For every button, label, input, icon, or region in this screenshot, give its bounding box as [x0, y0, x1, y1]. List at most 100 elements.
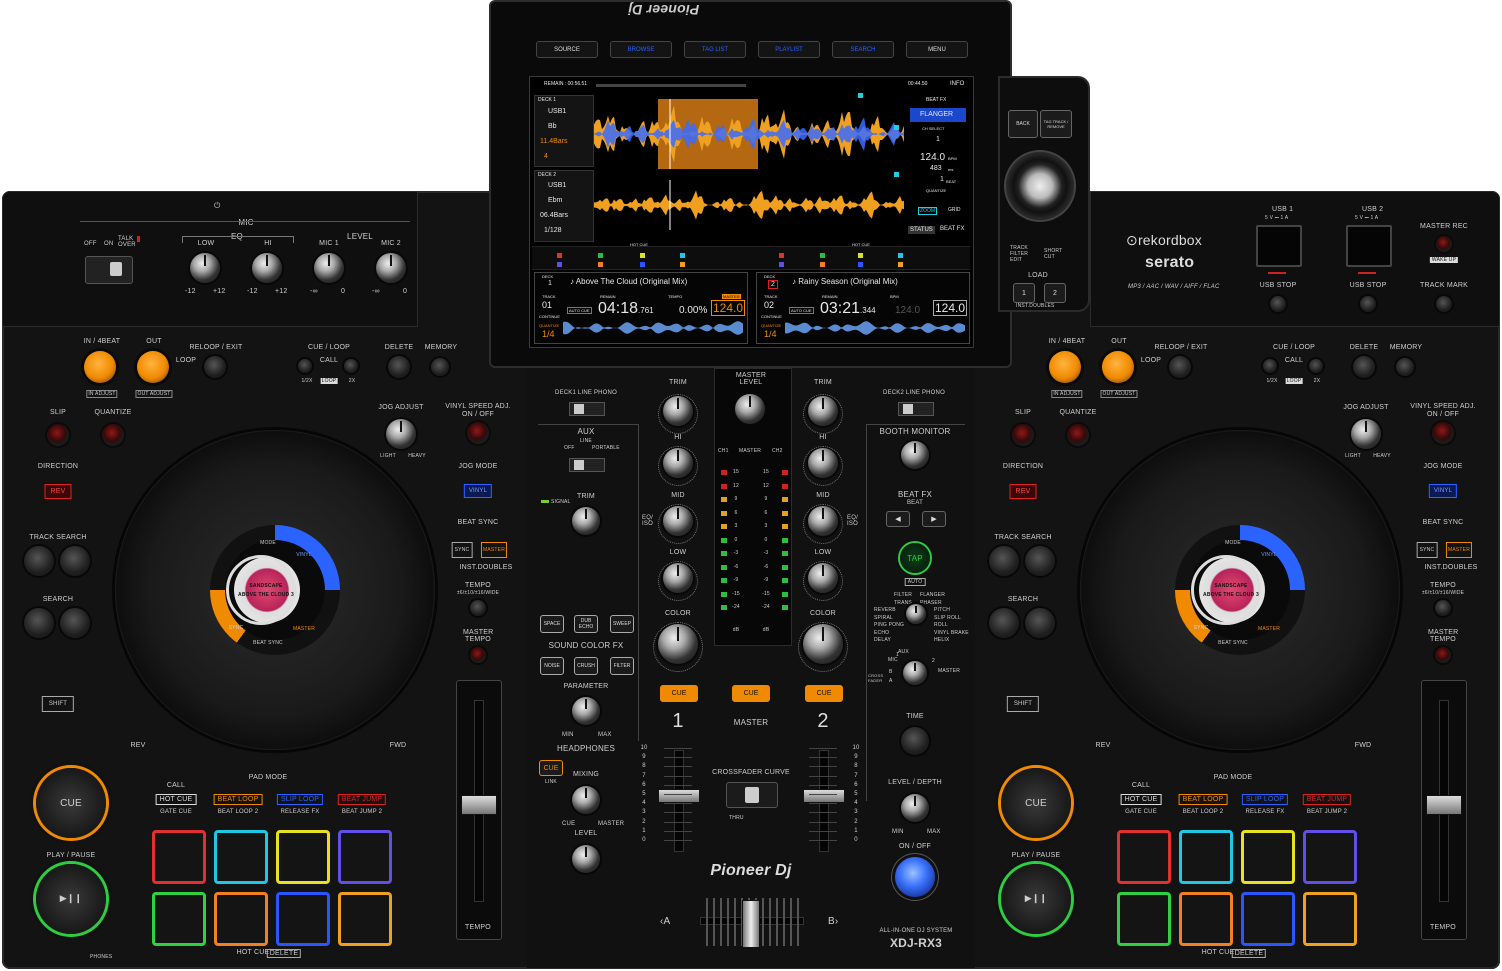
beat-right-button[interactable]: ▶ — [922, 511, 946, 527]
mic-switch[interactable] — [85, 256, 133, 284]
deck2-performance-pad[interactable] — [1179, 892, 1233, 946]
deck2-jog-adjust-knob[interactable] — [1351, 419, 1381, 449]
deck2-slip-button[interactable] — [1012, 424, 1034, 446]
deck1-memory-button[interactable] — [431, 358, 449, 376]
load1-button[interactable]: 1 — [1013, 283, 1035, 303]
sfx-filter-button[interactable]: FILTER — [610, 657, 634, 675]
deck2-pad-mode-beat-jump-button[interactable]: BEAT JUMP — [1302, 794, 1352, 805]
deck2-performance-pad[interactable] — [1117, 830, 1171, 884]
deck1-performance-pad[interactable] — [152, 892, 206, 946]
usb2-port[interactable] — [1346, 225, 1392, 267]
deck2-search-back-button[interactable] — [989, 608, 1019, 638]
deck1-master-tempo-button[interactable] — [470, 647, 486, 663]
deck1-performance-pad[interactable] — [214, 830, 268, 884]
crossfader-curve-switch[interactable] — [726, 782, 778, 808]
deck2-pad-mode-hot-cue-button[interactable]: HOT CUE — [1120, 794, 1162, 805]
ch1-cue-button[interactable]: CUE — [660, 685, 698, 702]
deck2-track-search-next-button[interactable] — [1025, 546, 1055, 576]
deck2-performance-pad[interactable] — [1241, 892, 1295, 946]
deck2-tempo-range-button[interactable] — [1435, 600, 1451, 616]
usb1-stop-button[interactable] — [1270, 296, 1286, 312]
master-cue-button[interactable]: CUE — [732, 685, 770, 702]
deck2-track-search-prev-button[interactable] — [989, 546, 1019, 576]
deck1-tempo-range-button[interactable] — [470, 600, 486, 616]
fx-channel-knob[interactable] — [903, 661, 927, 685]
master-rec-button[interactable] — [1436, 236, 1452, 252]
deck1-jog-adjust-knob[interactable] — [386, 419, 416, 449]
deck2-pad-mode-beat-loop-button[interactable]: BEAT LOOP — [1178, 794, 1228, 805]
fx-select-knob[interactable] — [906, 604, 926, 624]
mic2-level-knob[interactable] — [376, 253, 406, 283]
deck1-vinyl-speed-button[interactable] — [467, 422, 489, 444]
mixing-knob[interactable] — [572, 786, 600, 814]
sfx-dub-echo-button[interactable]: DUB ECHO — [574, 615, 598, 633]
deck2-tempo-fader[interactable] — [1426, 795, 1462, 815]
info-label[interactable]: INFO — [950, 81, 964, 87]
ch1-fader[interactable] — [658, 789, 700, 803]
usb2-stop-button[interactable] — [1360, 296, 1376, 312]
deck2-master-tempo-button[interactable] — [1435, 647, 1451, 663]
deck2-call-right-button[interactable] — [1309, 359, 1323, 373]
deck1-delete-button[interactable] — [388, 356, 410, 378]
deck1-quantize-button[interactable] — [102, 424, 124, 446]
deck1-performance-pad[interactable] — [276, 830, 330, 884]
deck2-performance-pad[interactable] — [1179, 830, 1233, 884]
deck2-quantize-button[interactable] — [1067, 424, 1089, 446]
sfx-sweep-button[interactable]: SWEEP — [610, 615, 634, 633]
deck1-call-right-button[interactable] — [344, 359, 358, 373]
deck2-performance-pad[interactable] — [1303, 892, 1357, 946]
deck1-performance-pad[interactable] — [214, 892, 268, 946]
zoom-label[interactable]: ZOOM — [918, 207, 937, 215]
beat-left-button[interactable]: ◀ — [886, 511, 910, 527]
ch2-cue-button[interactable]: CUE — [805, 685, 843, 702]
deck1-call-left-button[interactable] — [298, 359, 312, 373]
deck2-pad-mode-slip-loop-button[interactable]: SLIP LOOP — [1241, 794, 1289, 805]
parameter-knob[interactable] — [572, 697, 600, 725]
time-knob[interactable] — [901, 727, 929, 755]
crossfader-cap[interactable] — [742, 900, 760, 948]
sfx-noise-button[interactable]: NOISE — [540, 657, 564, 675]
beatfx2-label[interactable]: BEAT FX — [940, 226, 964, 232]
mic-eq-hi-knob[interactable] — [252, 253, 282, 283]
aux-trim-knob[interactable] — [572, 507, 600, 535]
deck1-track-search-prev-button[interactable] — [24, 546, 54, 576]
deck1-pad-mode-beat-loop-button[interactable]: BEAT LOOP — [213, 794, 263, 805]
sfx-space-button[interactable]: SPACE — [540, 615, 564, 633]
usb1-port[interactable] — [1256, 225, 1302, 267]
level-depth-knob[interactable] — [901, 794, 929, 822]
deck2-performance-pad[interactable] — [1241, 830, 1295, 884]
deck1-performance-pad[interactable] — [152, 830, 206, 884]
deck2-performance-pad[interactable] — [1303, 830, 1357, 884]
deck1-loop-in-button[interactable] — [84, 351, 116, 383]
deck2-vinyl-speed-button[interactable] — [1432, 422, 1454, 444]
back-button[interactable]: BACK — [1008, 110, 1038, 138]
track-mark-button[interactable] — [1436, 296, 1452, 312]
mic-eq-low-knob[interactable] — [190, 253, 220, 283]
deck1-pad-mode-beat-jump-button[interactable]: BEAT JUMP — [337, 794, 387, 805]
sfx-crush-button[interactable]: CRUSH — [574, 657, 598, 675]
deck1-pad-mode-slip-loop-button[interactable]: SLIP LOOP — [276, 794, 324, 805]
master-level-knob[interactable] — [735, 394, 765, 424]
tag-track-button[interactable]: TAG TRACK / REMOVE — [1040, 110, 1072, 138]
deck2-delete-button[interactable] — [1353, 356, 1375, 378]
hp-level-knob[interactable] — [572, 845, 600, 873]
load2-button[interactable]: 2 — [1044, 283, 1066, 303]
status-label[interactable]: STATUS — [908, 226, 935, 234]
deck1-performance-pad[interactable] — [338, 830, 392, 884]
deck1-reloop-exit-button[interactable] — [204, 356, 226, 378]
deck1-pad-mode-hot-cue-button[interactable]: HOT CUE — [155, 794, 197, 805]
rotary-selector[interactable] — [1006, 152, 1074, 220]
fx-on-off-button[interactable] — [895, 857, 935, 897]
deck1-input-switch[interactable] — [569, 402, 605, 416]
deck1-tempo-fader[interactable] — [461, 795, 497, 815]
deck1-performance-pad[interactable] — [276, 892, 330, 946]
deck2-search-forward-button[interactable] — [1025, 608, 1055, 638]
deck2-reloop-exit-button[interactable] — [1169, 356, 1191, 378]
deck2-loop-out-button[interactable] — [1102, 351, 1134, 383]
deck2-input-switch[interactable] — [898, 402, 934, 416]
ch2-fader[interactable] — [803, 789, 845, 803]
deck1-performance-pad[interactable] — [338, 892, 392, 946]
deck2-loop-in-button[interactable] — [1049, 351, 1081, 383]
deck1-track-search-next-button[interactable] — [60, 546, 90, 576]
deck2-call-left-button[interactable] — [1263, 359, 1277, 373]
